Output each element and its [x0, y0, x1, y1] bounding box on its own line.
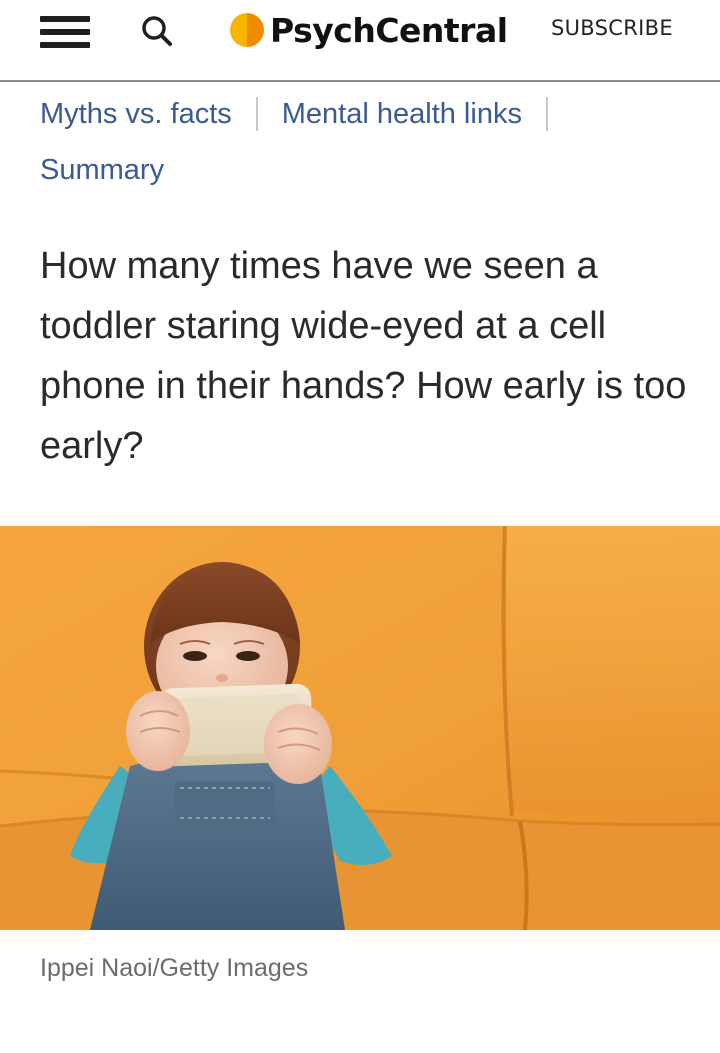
toc-link-summary[interactable]: Summary — [40, 154, 164, 187]
toc-link-mental-health-links[interactable]: Mental health links — [282, 98, 522, 131]
search-icon[interactable] — [140, 14, 176, 50]
logo-text: PsychCentral — [270, 10, 508, 50]
toc-link-myths-vs-facts[interactable]: Myths vs. facts — [40, 98, 232, 131]
toc-divider — [255, 97, 258, 131]
article-intro: How many times have we seen a toddler st… — [40, 245, 687, 467]
subscribe-link[interactable]: SUBSCRIBE — [551, 16, 673, 40]
hero-image-toddler-with-phone — [0, 526, 720, 930]
hamburger-menu-icon[interactable] — [38, 12, 94, 52]
toc-divider — [545, 97, 548, 131]
image-credit-caption: Ippei Naoi/Getty Images — [40, 954, 309, 982]
site-header: PsychCentral SUBSCRIBE — [0, 0, 720, 82]
logo-mark-icon — [230, 13, 264, 47]
article-section-nav: Myths vs. facts Mental health links Summ… — [40, 92, 700, 192]
psychcentral-logo[interactable]: PsychCentral — [228, 4, 508, 56]
